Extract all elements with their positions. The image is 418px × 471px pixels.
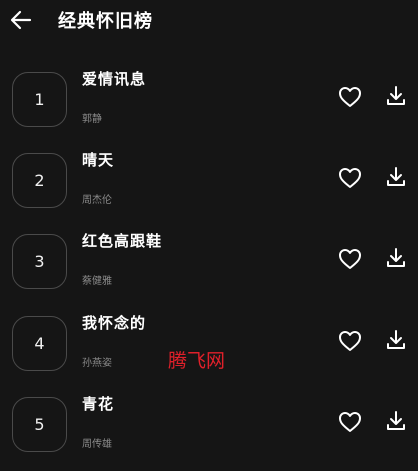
download-button[interactable] xyxy=(385,166,407,188)
download-icon xyxy=(387,411,405,430)
download-button[interactable] xyxy=(385,247,407,269)
heart-outline-icon xyxy=(339,249,361,269)
heart-outline-icon xyxy=(339,331,361,351)
song-artist: 蔡健雅 xyxy=(82,276,112,287)
song-artist: 孙燕姿 xyxy=(82,358,112,369)
song-title: 晴天 xyxy=(82,151,115,169)
favorite-button[interactable] xyxy=(338,330,362,352)
heart-outline-icon xyxy=(339,168,361,188)
rank-badge: 1 xyxy=(12,72,67,127)
favorite-button[interactable] xyxy=(338,248,362,270)
song-artist: 周传雄 xyxy=(82,439,112,450)
song-artist: 周杰伦 xyxy=(82,195,112,206)
download-icon xyxy=(387,330,405,349)
page-title: 经典怀旧榜 xyxy=(58,11,153,32)
rank-badge: 3 xyxy=(12,234,67,289)
favorite-button[interactable] xyxy=(338,167,362,189)
song-title: 我怀念的 xyxy=(82,314,147,332)
download-button[interactable] xyxy=(385,410,407,432)
download-icon xyxy=(387,248,405,267)
favorite-button[interactable] xyxy=(338,411,362,433)
download-icon xyxy=(387,167,405,186)
arrow-left-icon xyxy=(10,10,32,30)
heart-outline-icon xyxy=(339,87,361,107)
song-row[interactable]: 5 青花 周传雄 xyxy=(0,393,418,469)
song-title: 红色高跟鞋 xyxy=(82,232,163,250)
favorite-button[interactable] xyxy=(338,86,362,108)
song-row[interactable]: 1 爱情讯息 郭静 xyxy=(0,68,418,144)
rank-badge: 2 xyxy=(12,153,67,208)
heart-outline-icon xyxy=(339,412,361,432)
download-button[interactable] xyxy=(385,329,407,351)
back-button[interactable] xyxy=(8,8,34,32)
rank-badge: 4 xyxy=(12,316,67,371)
song-title: 青花 xyxy=(82,395,115,413)
download-icon xyxy=(387,86,405,105)
top-bar: 经典怀旧榜 xyxy=(0,0,418,42)
song-artist: 郭静 xyxy=(82,114,102,125)
song-title: 爱情讯息 xyxy=(82,70,147,88)
song-row[interactable]: 3 红色高跟鞋 蔡健雅 xyxy=(0,230,418,306)
rank-badge: 5 xyxy=(12,397,67,452)
song-row[interactable]: 2 晴天 周杰伦 xyxy=(0,149,418,225)
watermark: 腾飞网 xyxy=(168,350,226,372)
download-button[interactable] xyxy=(385,85,407,107)
